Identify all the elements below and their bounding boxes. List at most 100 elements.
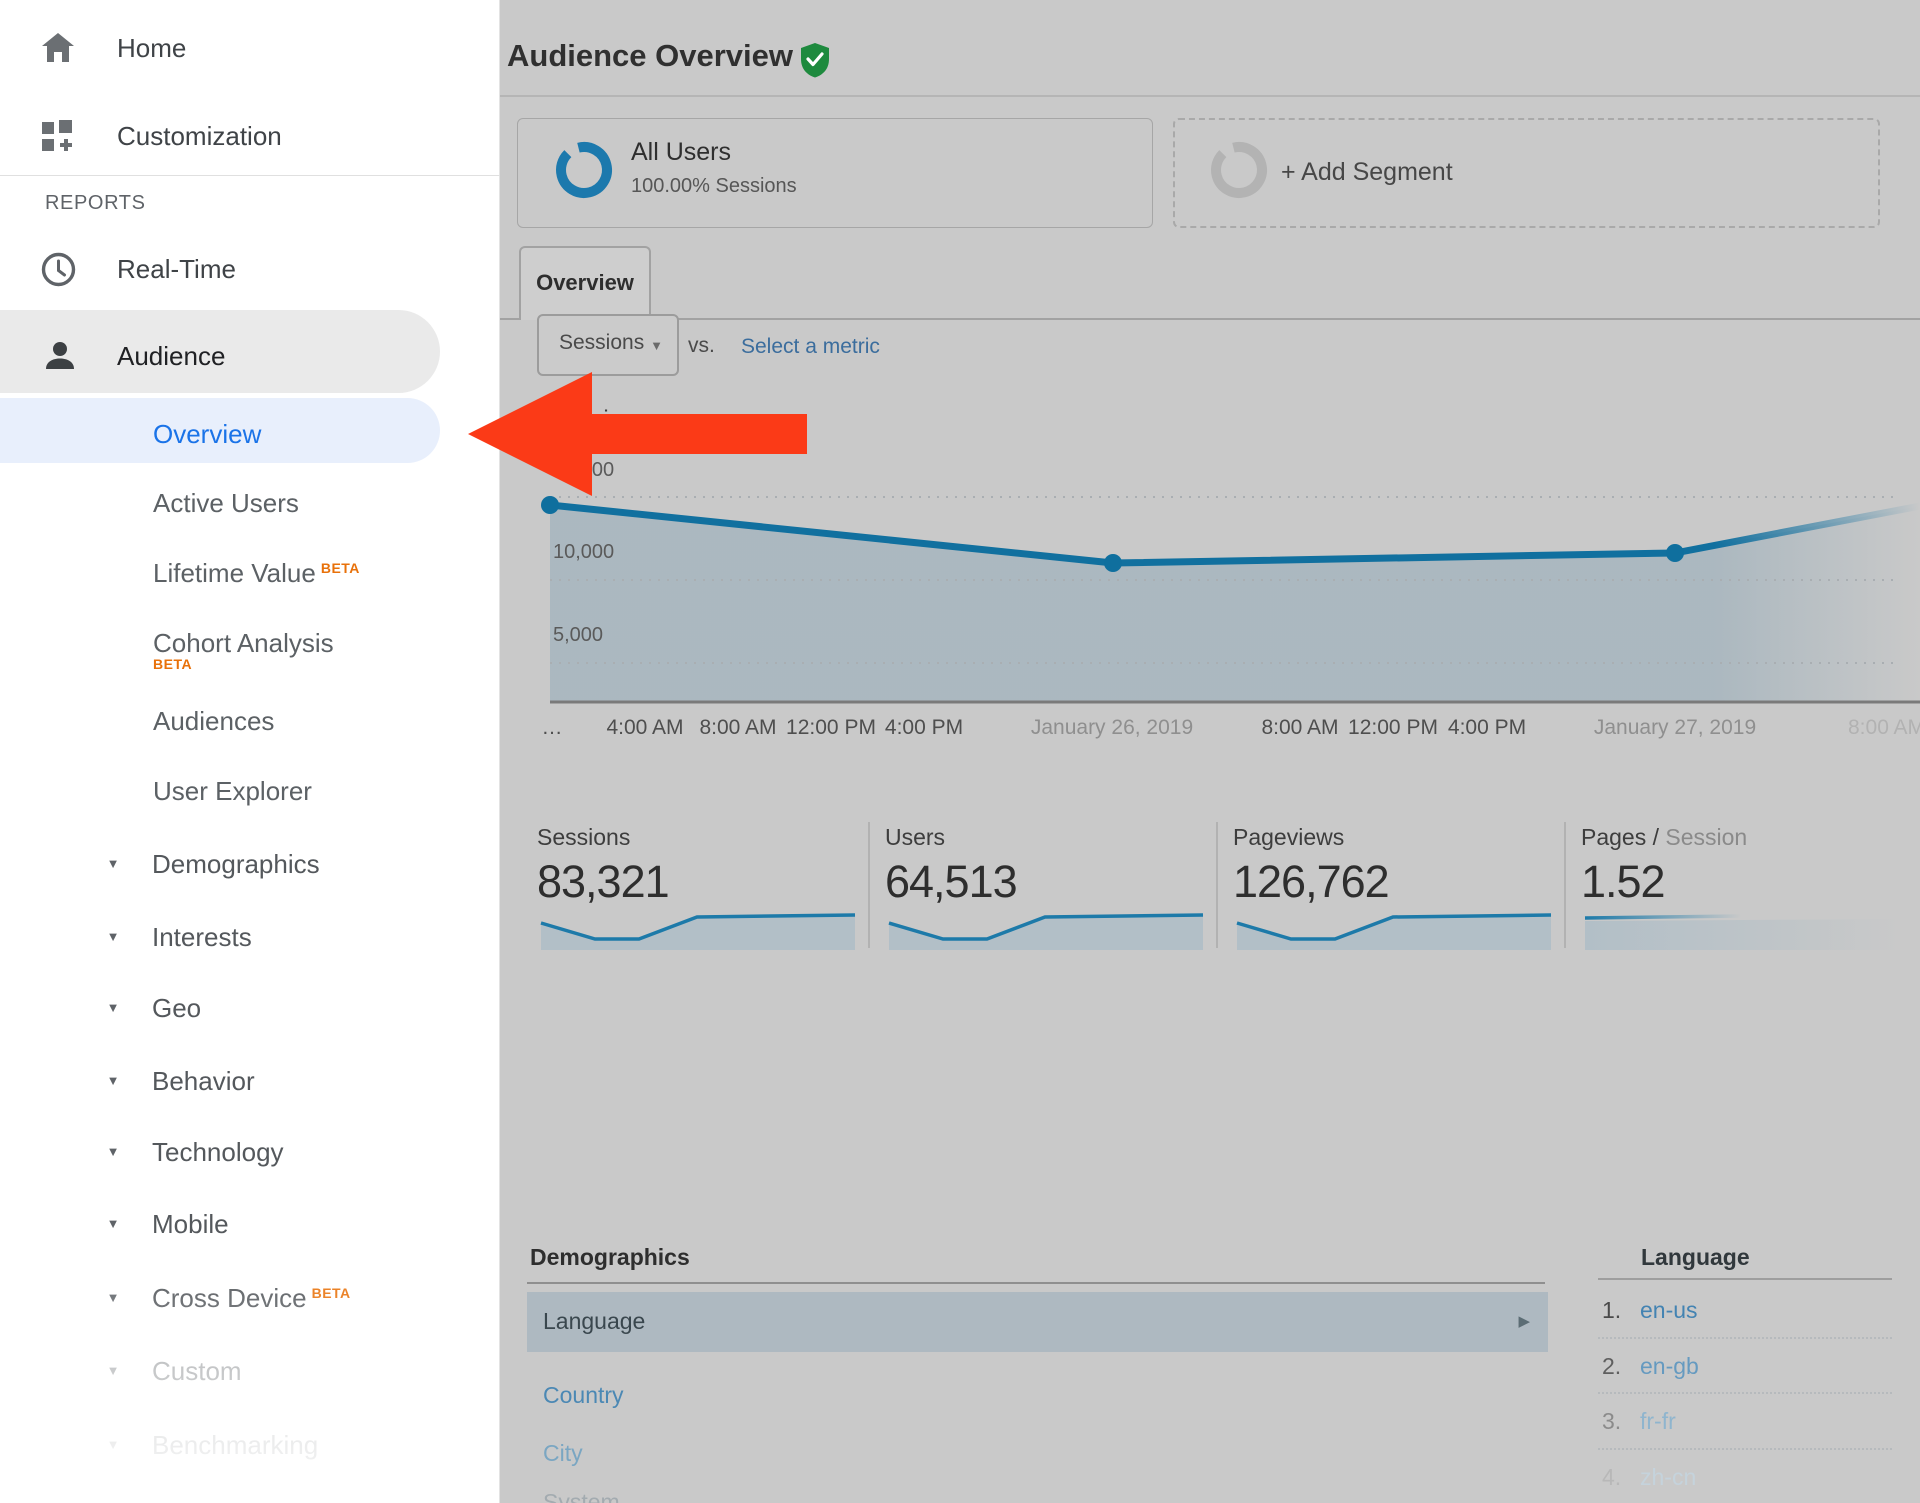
real-time-clock-icon (40, 251, 77, 288)
sparkline-pages-per-session (1581, 906, 1903, 950)
demographics-underline (527, 1282, 1545, 1284)
red-annotation-arrow-icon (458, 362, 818, 507)
language-rank-1: 1. (1602, 1297, 1621, 1324)
demographics-row-city[interactable]: City (543, 1440, 583, 1467)
customization-icon (40, 118, 76, 154)
metric-separator (1216, 822, 1218, 948)
metric-label-pages: Pages / (1581, 824, 1659, 850)
list-separator (1598, 1448, 1892, 1450)
language-list-underline (1598, 1278, 1892, 1280)
tab-overview[interactable]: Overview (519, 246, 651, 320)
demographics-row-country[interactable]: Country (543, 1382, 624, 1409)
sidebar-item-cohort-analysis[interactable]: Cohort Analysis (153, 628, 334, 658)
beta-badge: BETA (321, 560, 360, 576)
select-a-metric-link[interactable]: Select a metric (741, 335, 880, 359)
add-segment-card[interactable] (1173, 118, 1880, 228)
sidebar-item-home[interactable]: Home (117, 33, 186, 63)
beta-badge: BETA (312, 1285, 351, 1301)
expand-triangle-icon[interactable]: ▼ (101, 1437, 125, 1453)
language-list-header: Language (1641, 1244, 1750, 1271)
sidebar-item-customization[interactable]: Customization (117, 121, 282, 151)
metric-value-users: 64,513 (885, 856, 1017, 908)
metric-label-users: Users (885, 824, 945, 851)
language-rank-2: 2. (1602, 1353, 1621, 1380)
metric-value-pageviews: 126,762 (1233, 856, 1389, 908)
audience-person-icon (42, 338, 78, 374)
sidebar-item-interests[interactable]: Interests (152, 922, 252, 952)
demographics-row-system[interactable]: System (543, 1489, 620, 1503)
language-code-en-us[interactable]: en-us (1640, 1297, 1698, 1324)
sidebar-item-geo[interactable]: Geo (152, 993, 201, 1023)
language-code-zh-cn[interactable]: zh-cn (1640, 1464, 1696, 1491)
sparkline-pageviews (1233, 906, 1555, 950)
expand-triangle-icon[interactable]: ▼ (101, 1363, 125, 1379)
expand-triangle-icon[interactable]: ▼ (101, 1216, 125, 1232)
sparkline-sessions (537, 906, 859, 950)
language-rank-3: 3. (1602, 1408, 1621, 1435)
demographics-section-title: Demographics (530, 1244, 690, 1271)
tab-divider (500, 318, 1920, 320)
sidebar-item-cross-device[interactable]: Cross DeviceBETA (152, 1283, 351, 1317)
chart-area-fill (550, 505, 1920, 702)
x-tick-10: 8:00 AM (1848, 716, 1920, 740)
metric-label-pageviews: Pageviews (1233, 824, 1344, 851)
sidebar-item-benchmarking[interactable]: Benchmarking (152, 1430, 318, 1460)
x-tick-9: January 27, 2019 (1594, 716, 1756, 740)
language-code-fr-fr[interactable]: fr-fr (1640, 1408, 1676, 1435)
x-tick-4: 4:00 PM (885, 716, 963, 740)
y-tick-10000: 10,000 (553, 541, 614, 564)
sidebar-item-active-users[interactable]: Active Users (153, 488, 299, 518)
sidebar-nav: Home Customization REPORTS Real-Time Aud… (0, 0, 500, 1503)
y-tick-5000: 5,000 (553, 624, 603, 647)
expand-triangle-icon[interactable]: ▼ (101, 1000, 125, 1016)
metric-value-sessions: 83,321 (537, 856, 669, 908)
sidebar-divider (0, 175, 500, 176)
x-tick-6: 8:00 AM (1261, 716, 1338, 740)
metric-value-pages-per-session: 1.52 (1581, 856, 1665, 908)
sidebar-item-custom[interactable]: Custom (152, 1356, 242, 1386)
chevron-right-icon: ▶ (1518, 1312, 1530, 1330)
sidebar-item-demographics[interactable]: Demographics (152, 849, 320, 879)
demographics-row-language[interactable]: Language ▶ (527, 1292, 1548, 1352)
sidebar-item-real-time[interactable]: Real-Time (117, 254, 236, 284)
x-tick-1: 4:00 AM (606, 716, 683, 740)
sidebar-item-audience-label: Audience (117, 341, 225, 371)
demographics-language-label: Language (543, 1308, 645, 1335)
metric-separator (1564, 822, 1566, 948)
segment-donut-icon (552, 138, 616, 202)
sparkline-users (885, 906, 1207, 950)
metric-label-sessions: Sessions (537, 824, 630, 851)
sidebar-item-audiences[interactable]: Audiences (153, 706, 274, 736)
sidebar-item-mobile[interactable]: Mobile (152, 1209, 229, 1239)
x-tick-7: 12:00 PM (1348, 716, 1438, 740)
x-tick-0: … (542, 716, 563, 740)
caret-down-icon: ▼ (650, 338, 663, 353)
expand-triangle-icon[interactable]: ▼ (101, 1073, 125, 1089)
expand-triangle-icon[interactable]: ▼ (101, 856, 125, 872)
expand-triangle-icon[interactable]: ▼ (101, 1290, 125, 1306)
add-segment-label: + Add Segment (1281, 158, 1453, 187)
sidebar-section-reports: REPORTS (45, 192, 146, 215)
x-tick-2: 8:00 AM (699, 716, 776, 740)
language-rank-4: 4. (1602, 1464, 1621, 1491)
sidebar-item-overview-label: Overview (153, 419, 261, 449)
expand-triangle-icon[interactable]: ▼ (101, 929, 125, 945)
analytics-app: Audience Overview All Users 100.00% Sess… (0, 0, 1920, 1503)
sidebar-item-user-explorer[interactable]: User Explorer (153, 776, 312, 806)
sidebar-item-lifetime-value[interactable]: Lifetime Value BETA (153, 558, 360, 592)
metric-label-session: Session (1665, 824, 1747, 850)
metric-label-pages-per-session: Pages / Session (1581, 824, 1747, 851)
lifetime-value-label: Lifetime Value (153, 558, 316, 588)
x-tick-3: 12:00 PM (786, 716, 876, 740)
verified-shield-icon (799, 42, 831, 78)
page-title: Audience Overview (507, 38, 793, 74)
home-icon (40, 30, 76, 66)
metric-dropdown-value: Sessions (559, 331, 644, 355)
language-code-en-gb[interactable]: en-gb (1640, 1353, 1699, 1380)
sidebar-item-technology[interactable]: Technology (152, 1137, 284, 1167)
expand-triangle-icon[interactable]: ▼ (101, 1144, 125, 1160)
sidebar-item-behavior[interactable]: Behavior (152, 1066, 255, 1096)
beta-badge: BETA (153, 656, 192, 672)
metric-separator (868, 822, 870, 948)
list-separator (1598, 1337, 1892, 1339)
